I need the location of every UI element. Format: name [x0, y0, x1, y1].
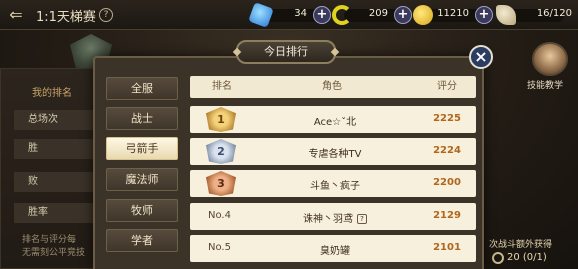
player-name: 诛神丶羽鸢? — [250, 210, 420, 225]
tab-warrior[interactable]: 战士 — [106, 107, 178, 130]
column-role: 角色 — [322, 81, 342, 92]
back-arrow-icon[interactable]: ⇐ — [6, 6, 26, 24]
coin-count: 11210 — [437, 8, 469, 19]
coin-resource: 11210 + — [413, 5, 493, 25]
player-name-text: 诛神丶羽鸢 — [303, 214, 353, 225]
table-header: 排名 角色 评分 — [190, 76, 476, 98]
title-tag-icon: ? — [357, 214, 367, 224]
player-score: 2101 — [433, 242, 461, 253]
top-bar: ⇐ 1:1天梯赛 ? 34 + 209 + 11210 + 16/120 — [0, 0, 578, 30]
stamina-count: 16/120 — [536, 8, 572, 19]
stat-total-matches: 总场次 — [14, 110, 98, 130]
bonus-icon — [492, 252, 504, 264]
column-rank: 排名 — [212, 81, 232, 92]
rank-number: No.4 — [208, 210, 231, 221]
ranking-note-line: 排名与评分每 — [22, 235, 77, 245]
player-score: 2225 — [433, 113, 461, 124]
bonus-note: 次战斗额外获得 — [489, 240, 553, 250]
tab-archer[interactable]: 弓箭手 — [106, 137, 178, 160]
modal-title: 今日排行 — [236, 40, 336, 64]
close-button[interactable]: × — [469, 45, 493, 69]
table-row[interactable]: No.4 诛神丶羽鸢? 2129 — [190, 203, 476, 230]
column-score: 评分 — [437, 81, 457, 92]
player-name: 专虐各种TV — [308, 149, 362, 160]
rank-number: No.5 — [208, 242, 231, 253]
ranking-note-line: 无需刻公平竞技 — [22, 248, 86, 258]
gem-count: 34 — [294, 8, 307, 19]
player-name: 斗鱼丶疯子 — [310, 181, 360, 192]
bonus-count: 20 (0/1) — [507, 252, 547, 263]
skill-tutorial-avatar[interactable] — [532, 42, 568, 76]
ranking-table: 排名 角色 评分 1 Ace☆ˇ北 2225 2 专虐各种TV 2224 3 斗… — [190, 76, 476, 269]
add-coin-button[interactable]: + — [475, 6, 493, 24]
gem-resource: 34 + — [248, 2, 331, 28]
stat-win-rate: 胜率 — [14, 203, 98, 223]
gold-medal-icon: 1 — [206, 107, 236, 132]
stat-wins: 胜 — [14, 139, 98, 159]
moon-resource: 209 + — [332, 5, 412, 25]
table-row[interactable]: 2 专虐各种TV 2224 — [190, 138, 476, 165]
table-row[interactable]: 3 斗鱼丶疯子 2200 — [190, 170, 476, 197]
player-score: 2200 — [433, 177, 461, 188]
skill-tutorial-label[interactable]: 技能教学 — [527, 78, 563, 91]
table-row[interactable]: 1 Ace☆ˇ北 2225 — [190, 106, 476, 133]
tab-all-server[interactable]: 全服 — [106, 77, 178, 100]
player-name: 臭奶罐 — [320, 246, 350, 257]
stat-losses: 败 — [14, 172, 98, 192]
tab-scholar[interactable]: 学者 — [106, 229, 178, 252]
stamina-resource: 16/120 — [496, 5, 574, 25]
player-score: 2224 — [433, 145, 461, 156]
table-row[interactable]: No.5 臭奶罐 2101 — [190, 235, 476, 262]
my-ranking-title: 我的排名 — [32, 88, 72, 99]
bronze-medal-icon: 3 — [206, 171, 236, 196]
tab-priest[interactable]: 牧师 — [106, 199, 178, 222]
silver-medal-icon: 2 — [206, 139, 236, 164]
tab-mage[interactable]: 魔法师 — [106, 168, 178, 191]
help-icon[interactable]: ? — [99, 8, 113, 22]
player-score: 2129 — [433, 210, 461, 221]
player-name: Ace☆ˇ北 — [313, 117, 357, 128]
moon-count: 209 — [368, 8, 388, 19]
page-title: 1:1天梯赛 — [36, 10, 96, 25]
